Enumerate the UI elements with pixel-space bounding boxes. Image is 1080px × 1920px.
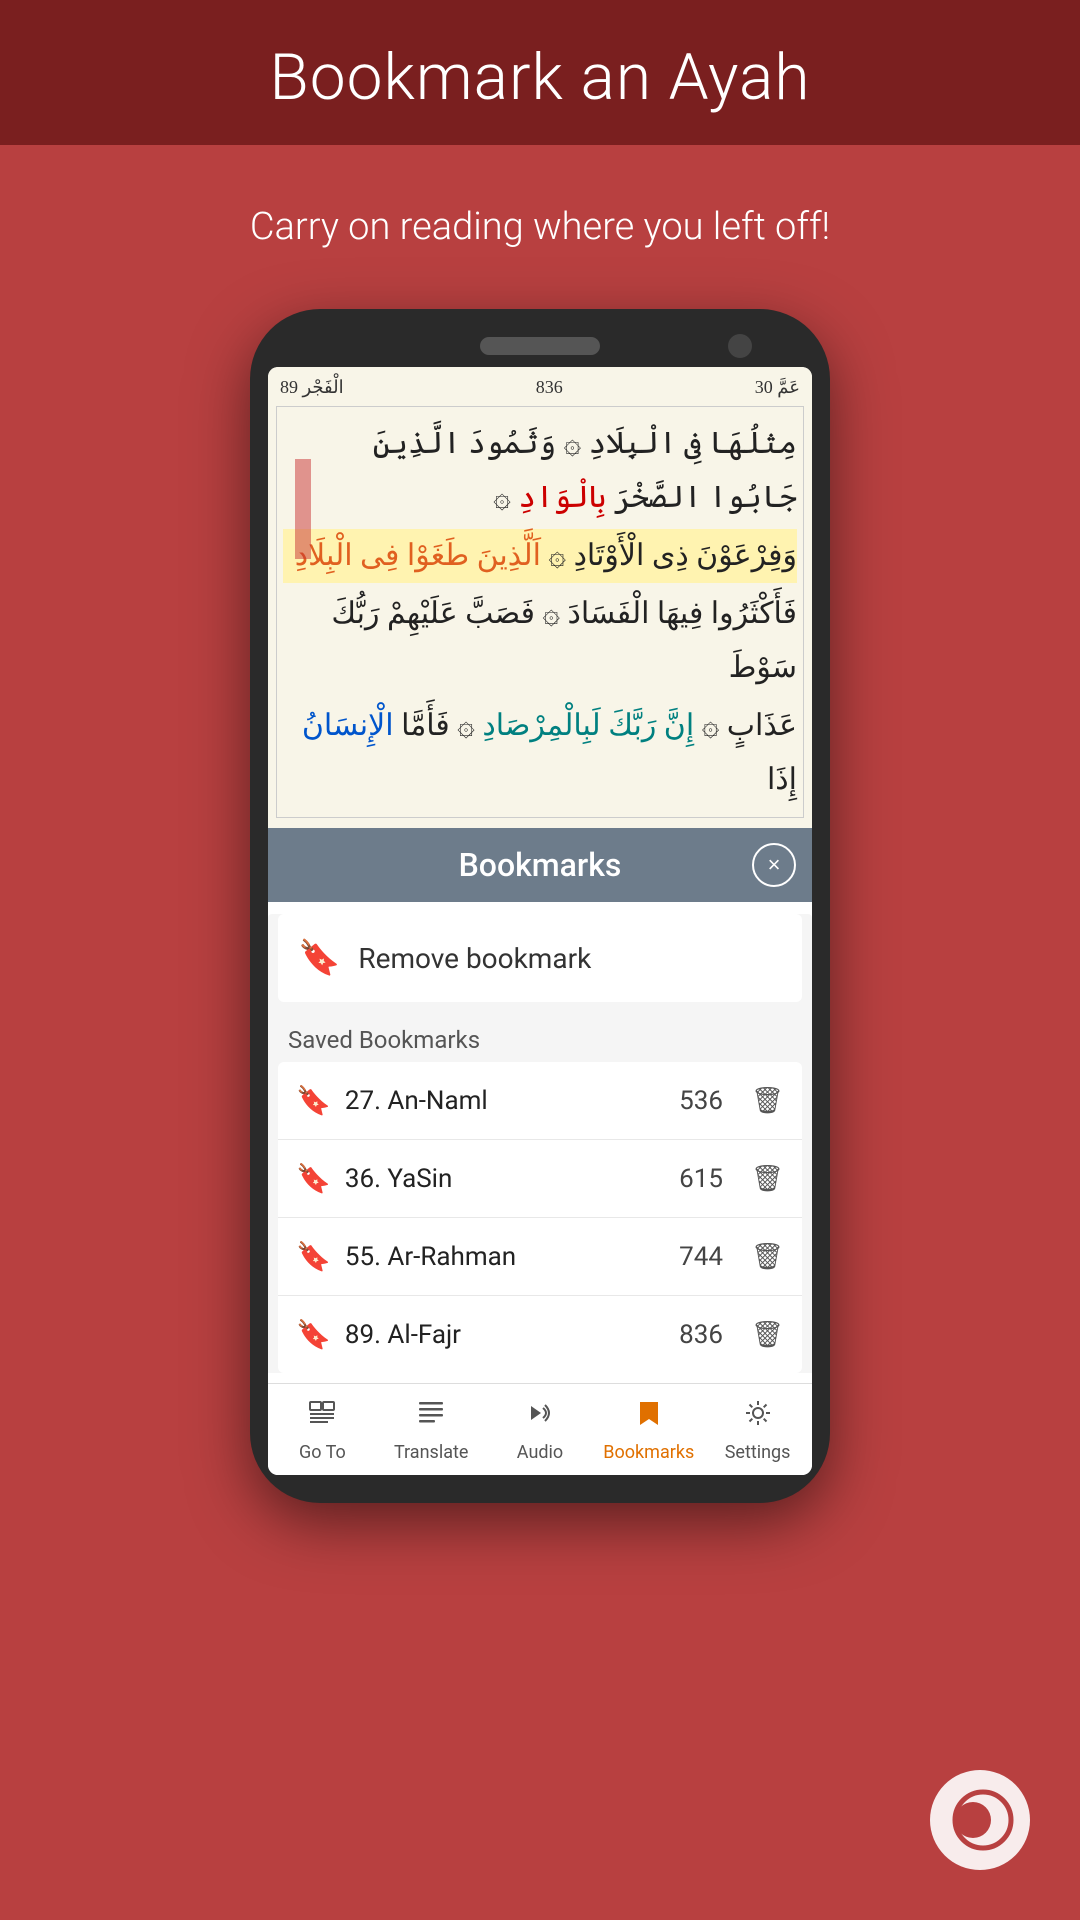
- remove-bookmark-label: Remove bookmark: [358, 942, 591, 975]
- phone-camera: [728, 334, 752, 358]
- nav-item-audio[interactable]: Audio: [486, 1384, 595, 1475]
- bottom-nav: Go To Translate: [268, 1383, 812, 1475]
- bookmark-page-2: 744: [679, 1242, 723, 1272]
- ayah-row-4: عَذَابٍ ۞ إِنَّ رَبَّكَ لَبِالْمِرْصَادِ…: [283, 699, 797, 807]
- phone-frame: 89 الْفَجْر 836 30 عَمَّ مِثلُهَا فِى ال…: [250, 309, 830, 1503]
- bookmark-item-1[interactable]: 🔖 36. YaSin 615 🗑: [278, 1140, 802, 1218]
- bookmark-name-2: 55. Ar-Rahman: [345, 1242, 665, 1272]
- settings-icon: [743, 1398, 773, 1436]
- nav-item-bookmarks[interactable]: Bookmarks: [594, 1384, 703, 1475]
- audio-icon: [525, 1398, 555, 1436]
- bookmarks-panel: 🔖 Remove bookmark Saved Bookmarks 🔖 27. …: [268, 914, 812, 1373]
- remove-bookmark-row[interactable]: 🔖 Remove bookmark: [278, 914, 802, 1002]
- delete-icon-2[interactable]: 🗑: [751, 1242, 784, 1272]
- bookmark-name-0: 27. An-Naml: [345, 1086, 665, 1116]
- ayah-row-1: مِثلُهَا فِى الْبِلَادِ ۞ وَثَمُودَ الَّ…: [283, 417, 797, 525]
- bookmarks-nav-icon: [634, 1398, 664, 1436]
- delete-icon-1[interactable]: 🗑: [751, 1164, 784, 1194]
- saved-bookmarks-label: Saved Bookmarks: [268, 1014, 812, 1062]
- delete-icon-0[interactable]: 🗑: [751, 1086, 784, 1116]
- juz-label: 30 عَمَّ: [755, 377, 800, 398]
- page-header-bar: 89 الْفَجْر 836 30 عَمَّ: [276, 377, 804, 398]
- page-number: 836: [536, 377, 563, 398]
- bookmarks-overlay: Bookmarks ×: [268, 828, 812, 902]
- bookmark-icon-1: 🔖: [296, 1162, 331, 1195]
- bookmark-item-2[interactable]: 🔖 55. Ar-Rahman 744 🗑: [278, 1218, 802, 1296]
- bookmark-item-0[interactable]: 🔖 27. An-Naml 536 🗑: [278, 1062, 802, 1140]
- translate-icon: [416, 1398, 446, 1436]
- bookmark-icon-0: 🔖: [296, 1084, 331, 1117]
- nav-label-settings: Settings: [725, 1442, 791, 1463]
- red-marker: [295, 459, 311, 559]
- nav-label-bookmarks: Bookmarks: [603, 1442, 694, 1463]
- ayah-row-3: فَأَكْثَرُوا فِيهَا الْفَسَادَ ۞ فَصَبَّ…: [283, 587, 797, 695]
- bookmark-name-1: 36. YaSin: [345, 1164, 665, 1194]
- bookmarks-title: Bookmarks: [459, 846, 622, 884]
- bookmark-item-3[interactable]: 🔖 89. Al-Fajr 836 🗑: [278, 1296, 802, 1373]
- bookmark-list: 🔖 27. An-Naml 536 🗑 🔖 36. YaSin 615 🗑 🔖 …: [278, 1062, 802, 1373]
- close-button[interactable]: ×: [752, 843, 796, 887]
- bookmark-page-3: 836: [679, 1320, 723, 1350]
- phone-speaker: [480, 337, 600, 355]
- bookmark-icon-3: 🔖: [296, 1318, 331, 1351]
- nav-item-goto[interactable]: Go To: [268, 1384, 377, 1475]
- delete-icon-3[interactable]: 🗑: [751, 1320, 784, 1350]
- nav-label-translate: Translate: [394, 1442, 468, 1463]
- quran-page: 89 الْفَجْر 836 30 عَمَّ مِثلُهَا فِى ال…: [268, 367, 812, 828]
- nav-label-goto: Go To: [299, 1442, 346, 1463]
- bookmark-remove-icon: 🔖: [298, 938, 340, 978]
- bookmark-page-0: 536: [679, 1086, 723, 1116]
- surah-label: 89 الْفَجْر: [280, 377, 344, 398]
- close-icon: ×: [768, 852, 781, 878]
- subtitle-text: Carry on reading where you left off!: [0, 145, 1080, 289]
- nav-label-audio: Audio: [517, 1442, 563, 1463]
- app-header: Bookmark an Ayah: [0, 0, 1080, 145]
- phone-screen: 89 الْفَجْر 836 30 عَمَّ مِثلُهَا فِى ال…: [268, 367, 812, 1475]
- page-title: Bookmark an Ayah: [20, 40, 1060, 115]
- nav-item-translate[interactable]: Translate: [377, 1384, 486, 1475]
- goto-icon: [307, 1398, 337, 1436]
- bookmarks-header: Bookmarks ×: [268, 828, 812, 902]
- bookmark-page-1: 615: [679, 1164, 723, 1194]
- bookmark-icon-2: 🔖: [296, 1240, 331, 1273]
- phone-container: 89 الْفَجْر 836 30 عَمَّ مِثلُهَا فِى ال…: [0, 289, 1080, 1503]
- ayah-row-2: وَفِرْعَوْنَ ذِى الْأَوْتَادِ ۞ اَلَّذِي…: [283, 529, 797, 583]
- bookmark-name-3: 89. Al-Fajr: [345, 1320, 665, 1350]
- phone-notch: [268, 337, 812, 355]
- nav-item-settings[interactable]: Settings: [703, 1384, 812, 1475]
- quran-text-area: مِثلُهَا فِى الْبِلَادِ ۞ وَثَمُودَ الَّ…: [276, 406, 804, 818]
- app-logo: [930, 1770, 1030, 1870]
